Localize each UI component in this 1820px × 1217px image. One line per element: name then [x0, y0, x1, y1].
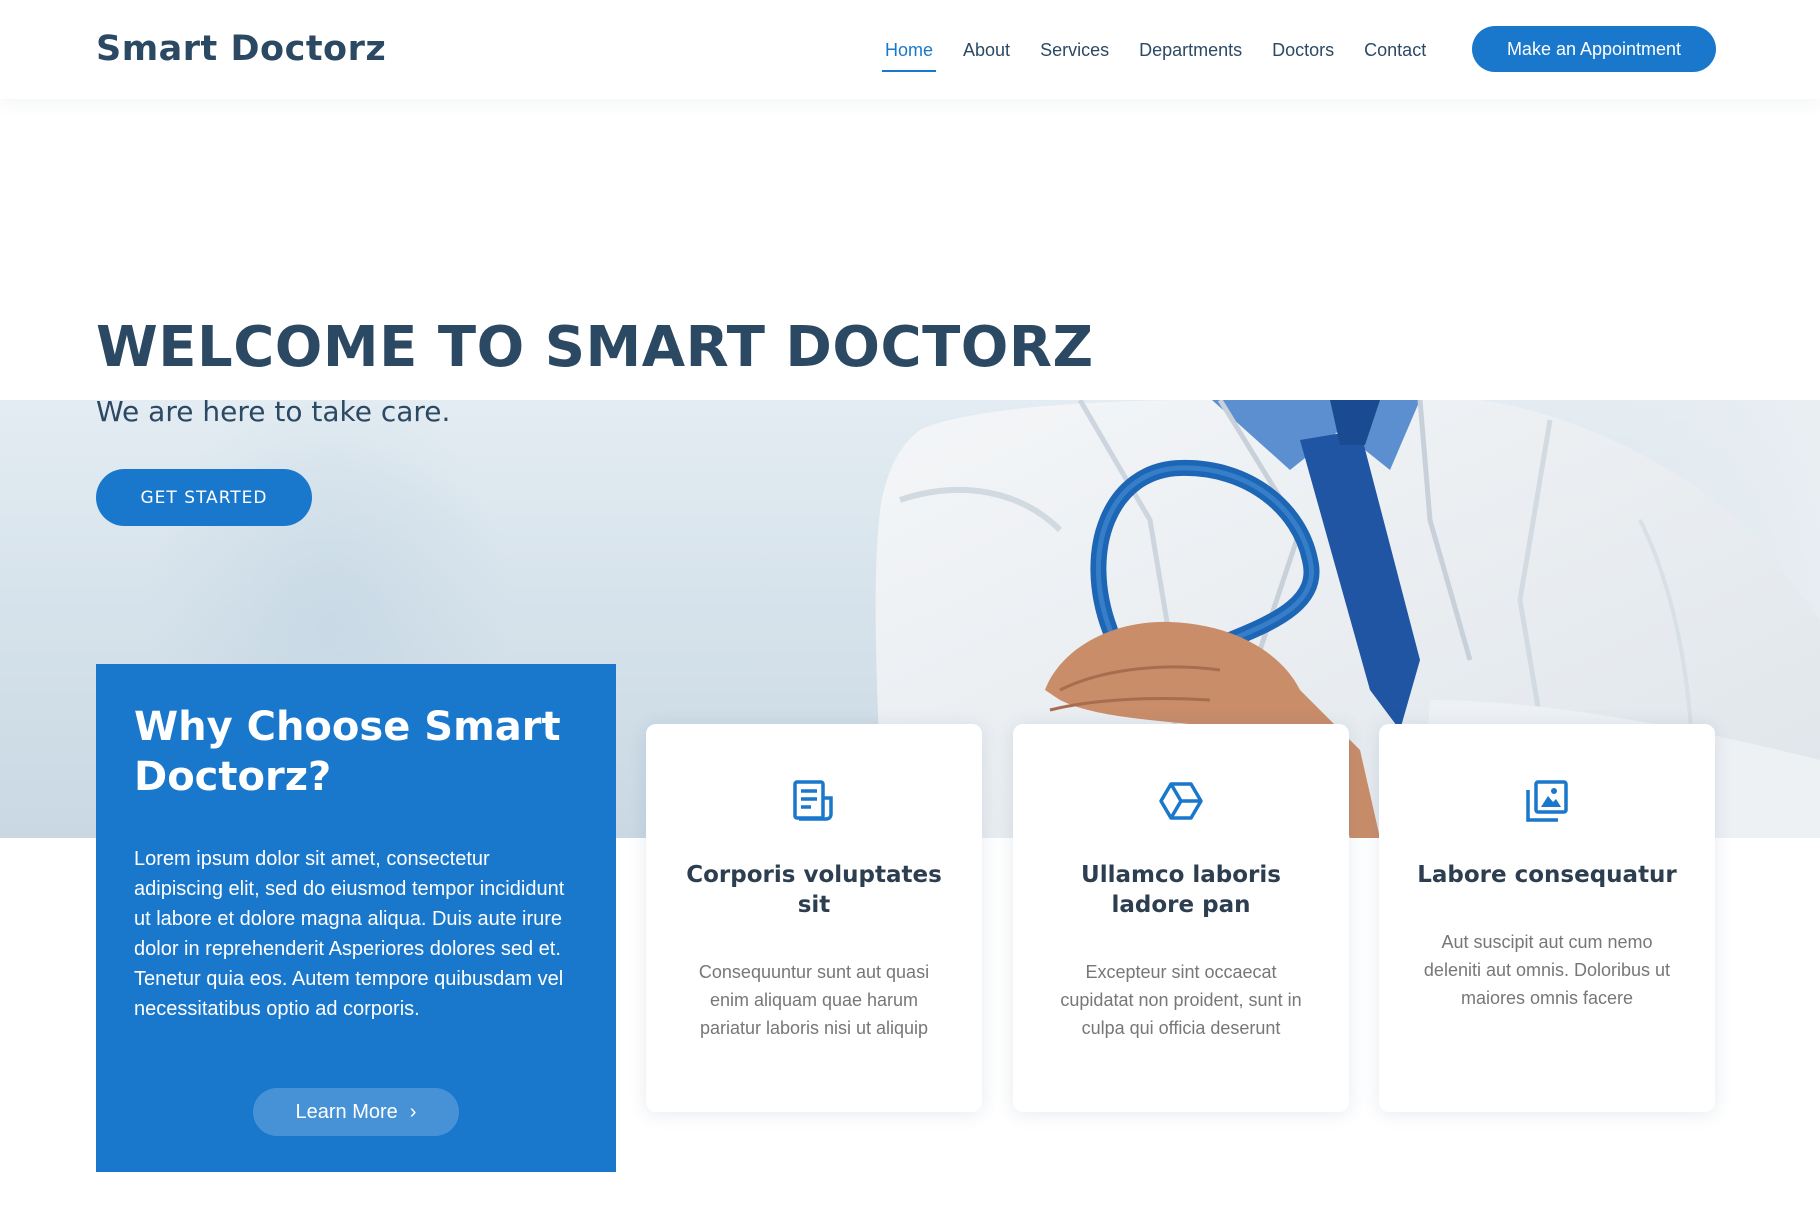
card-text: Excepteur sint occaecat cupidatat non pr…: [1060, 962, 1302, 1038]
site-header: Smart Doctorz Home About Services Depart…: [0, 0, 1820, 99]
card-title: Labore consequatur: [1417, 862, 1677, 888]
make-appointment-button[interactable]: Make an Appointment: [1472, 26, 1716, 72]
why-choose-title: Why Choose Smart Doctorz?: [134, 704, 561, 800]
why-choose-panel: Why Choose Smart Doctorz? Lorem ipsum do…: [96, 664, 616, 1172]
images-icon: [1526, 780, 1568, 822]
nav-contact[interactable]: Contact: [1364, 38, 1426, 62]
nav-doctors[interactable]: Doctors: [1272, 38, 1334, 62]
cube-icon: [1159, 782, 1203, 820]
feature-card: Corporis voluptates sit Consequuntur sun…: [646, 724, 982, 1112]
feature-card: Labore consequatur Aut suscipit aut cum …: [1379, 724, 1715, 1112]
nav-home[interactable]: Home: [881, 38, 937, 72]
learn-more-label: Learn More: [295, 1100, 398, 1123]
chevron-right-icon: ›: [409, 1101, 417, 1123]
main-nav: Home About Services Departments Doctors …: [870, 0, 1441, 99]
card-text: Consequuntur sunt aut quasi enim aliquam…: [698, 962, 930, 1038]
receipt-icon: [793, 780, 833, 821]
site-logo[interactable]: Smart Doctorz: [96, 27, 386, 71]
nav-departments[interactable]: Departments: [1139, 38, 1242, 62]
why-choose-text: Lorem ipsum dolor sit amet, consectetur …: [134, 848, 565, 1020]
hero-title: WELCOME TO SMART DOCTORZ: [96, 315, 1094, 380]
nav-about[interactable]: About: [963, 38, 1010, 62]
learn-more-button[interactable]: Learn More ›: [253, 1088, 459, 1136]
get-started-button[interactable]: GET STARTED: [96, 469, 312, 526]
hero-subtitle: We are here to take care.: [96, 395, 451, 428]
feature-card: Ullamco laboris ladore pan Excepteur sin…: [1013, 724, 1349, 1112]
card-title: Corporis voluptates sit: [686, 862, 942, 918]
card-title: Ullamco laboris ladore pan: [1081, 862, 1281, 918]
nav-services[interactable]: Services: [1040, 38, 1109, 62]
card-text: Aut suscipit aut cum nemo deleniti aut o…: [1423, 932, 1671, 1008]
